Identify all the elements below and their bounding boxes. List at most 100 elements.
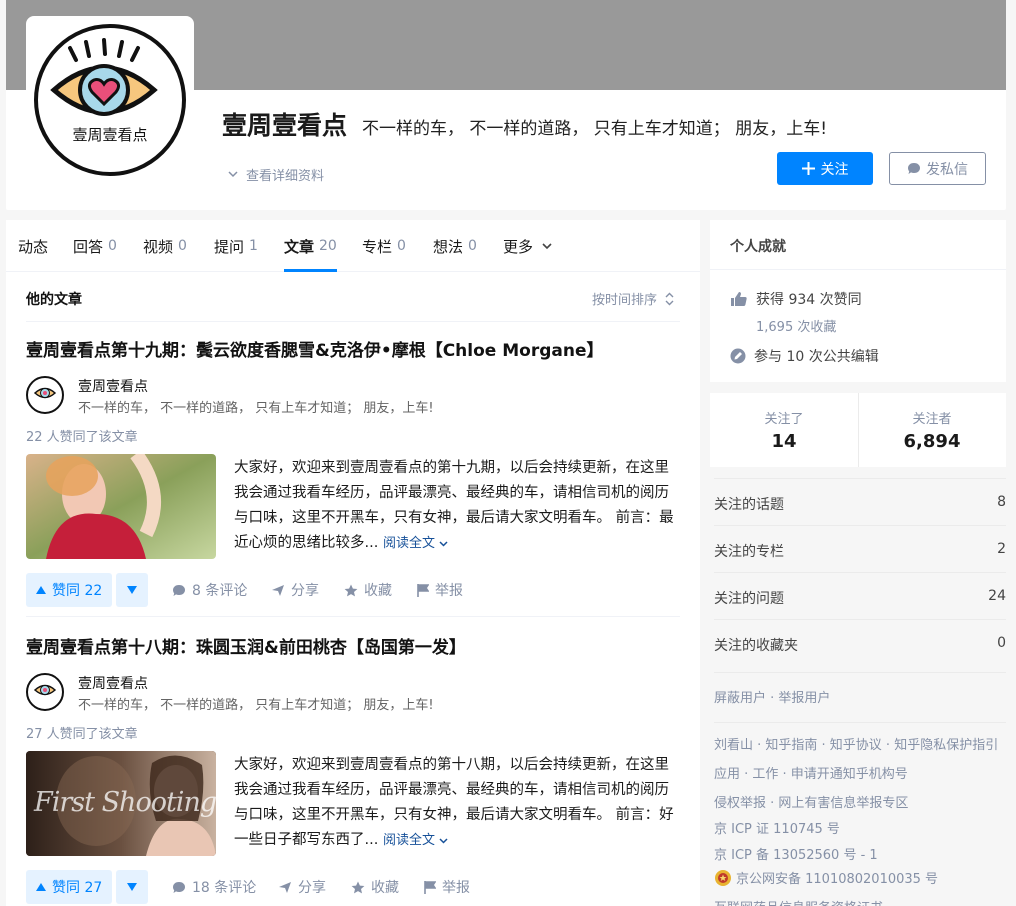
author-avatar[interactable]: [26, 376, 64, 414]
following-value: 14: [771, 431, 797, 452]
share-label: 分享: [291, 583, 319, 599]
follow-button[interactable]: 关注: [777, 152, 873, 185]
article-thumbnail[interactable]: First Shooting: [26, 751, 216, 856]
chevron-down-icon: [542, 242, 552, 249]
flag-icon: [417, 583, 429, 597]
article-title[interactable]: 壹周壹看点第十八期：珠圆玉润&前田桃杏【岛国第一发】: [26, 637, 466, 659]
author-headline: 不一样的车， 不一样的道路， 只有上车才知道； 朋友，上车!: [78, 698, 434, 713]
following-stat[interactable]: 关注了 14: [710, 393, 858, 467]
report-button[interactable]: 举报: [424, 870, 470, 904]
vote-summary: 22 人赞同了该文章: [26, 430, 138, 445]
tab-columns[interactable]: 专栏 0: [362, 220, 406, 272]
follow-stats-card: 关注了 14 关注者 6,894: [710, 393, 1006, 467]
comments-button[interactable]: 8 条评论: [172, 573, 247, 607]
view-details-link[interactable]: 查看详细资料: [228, 165, 324, 184]
police-record-text: 京公网安备 11010802010035 号: [736, 872, 939, 887]
message-label: 发私信: [926, 161, 968, 178]
collect-button[interactable]: 收藏: [344, 573, 392, 607]
divider: [710, 269, 1006, 270]
upvote-button[interactable]: 赞同 22: [26, 573, 113, 607]
author-name[interactable]: 壹周壹看点: [78, 673, 148, 693]
tab-articles[interactable]: 文章 20: [284, 220, 337, 272]
share-label: 分享: [298, 880, 326, 896]
link-count: 2: [997, 541, 1006, 557]
profile-header: 壹周壹看点 壹周壹看点 不一样的车， 不一样的道路， 只有上车才知道； 朋友，上…: [6, 0, 1006, 210]
followed-topics-link[interactable]: 关注的话题 8: [714, 478, 1006, 525]
report-label: 举报: [442, 880, 470, 896]
footer-links[interactable]: 侵权举报 · 网上有害信息举报专区: [714, 792, 908, 811]
collect-button[interactable]: 收藏: [351, 870, 399, 904]
triangle-up-icon: [36, 883, 46, 891]
share-icon: [272, 584, 284, 596]
tab-pins[interactable]: 想法 0: [433, 220, 477, 272]
police-record[interactable]: 京公网安备 11010802010035 号: [714, 868, 938, 887]
article-title[interactable]: 壹周壹看点第十九期：鬓云欲度香腮雪&克洛伊•摩根【Chloe Morgane】: [26, 340, 603, 362]
downvote-button[interactable]: [116, 870, 148, 904]
tab-answers[interactable]: 回答 0: [73, 220, 117, 272]
upvote-label: 赞同 22: [52, 583, 103, 599]
icp-license[interactable]: 京 ICP 证 110745 号: [714, 818, 840, 837]
article-excerpt[interactable]: 大家好，欢迎来到壹周壹看点的第十九期，以后会持续更新，在这里我会通过我看车经历，…: [234, 456, 680, 556]
chat-bubble-icon: [908, 163, 920, 174]
block-report-links[interactable]: 屏蔽用户 · 举报用户: [714, 672, 1006, 706]
thumbs-up-icon: [731, 292, 747, 306]
link-count: 8: [997, 494, 1006, 510]
collects-stat: 1,695 次收藏: [756, 320, 837, 335]
article-author: 壹周壹看点 不一样的车， 不一样的道路， 只有上车才知道； 朋友，上车!: [26, 673, 680, 713]
police-badge-icon: [715, 869, 731, 886]
comments-button[interactable]: 18 条评论: [172, 870, 256, 904]
followed-columns-link[interactable]: 关注的专栏 2: [714, 525, 1006, 572]
main-column: 动态 回答 0 视频 0 提问 1 文章 20 专栏 0 想法 0 更多 他的文章 按时间排…: [6, 220, 700, 906]
article-excerpt[interactable]: 大家好，欢迎来到壹周壹看点的第十八期，以后会持续更新，在这里我会通过我看车经历，…: [234, 753, 680, 853]
drug-info-license[interactable]: 互联网药品信息服务资格证书: [714, 897, 883, 906]
plus-icon: [801, 162, 815, 175]
footer-links[interactable]: 刘看山 · 知乎指南 · 知乎协议 · 知乎隐私保护指引: [714, 734, 998, 753]
downvote-button[interactable]: [116, 573, 148, 607]
user-headline: 不一样的车， 不一样的道路， 只有上车才知道； 朋友，上车!: [362, 119, 828, 139]
read-more-link[interactable]: 阅读全文: [383, 536, 448, 551]
read-more-link[interactable]: 阅读全文: [383, 833, 448, 848]
followed-collections-link[interactable]: 关注的收藏夹 0: [714, 619, 1006, 666]
footer: 刘看山 · 知乎指南 · 知乎协议 · 知乎隐私保护指引 应用 · 工作 · 申…: [714, 722, 1006, 906]
share-button[interactable]: 分享: [278, 870, 326, 904]
article-thumbnail[interactable]: [26, 454, 216, 559]
icp-record[interactable]: 京 ICP 备 13052560 号 - 1: [714, 844, 878, 863]
achievements-card: 个人成就 获得 934 次赞同 1,695 次收藏 参与 10 次公共编辑: [710, 220, 1006, 382]
followed-questions-link[interactable]: 关注的问题 24: [714, 572, 1006, 619]
eye-heart-icon: [34, 684, 56, 696]
footer-links[interactable]: 应用 · 工作 · 申请开通知乎机构号: [714, 763, 908, 782]
divider: [26, 616, 680, 617]
author-name[interactable]: 壹周壹看点: [78, 376, 148, 396]
edits-stat: 参与 10 次公共编辑: [730, 346, 879, 366]
likes-text: 获得 934 次赞同: [756, 292, 862, 308]
report-label: 举报: [435, 583, 463, 599]
author-headline: 不一样的车， 不一样的道路， 只有上车才知道； 朋友，上车!: [78, 401, 434, 416]
tab-questions[interactable]: 提问 1: [214, 220, 258, 272]
avatar[interactable]: 壹周壹看点: [26, 16, 194, 184]
comments-label: 18 条评论: [192, 880, 257, 896]
author-avatar[interactable]: [26, 673, 64, 711]
tab-more[interactable]: 更多: [503, 220, 552, 272]
tab-videos[interactable]: 视频 0: [143, 220, 187, 272]
link-count: 0: [997, 635, 1006, 651]
share-button[interactable]: 分享: [271, 573, 319, 607]
report-button[interactable]: 举报: [417, 573, 463, 607]
profile-tabs: 动态 回答 0 视频 0 提问 1 文章 20 专栏 0 想法 0 更多: [6, 220, 700, 272]
link-label: 关注的问题: [714, 591, 784, 607]
triangle-down-icon: [127, 586, 137, 594]
sort-toggle[interactable]: 按时间排序: [592, 289, 674, 308]
avatar-logo: 壹周壹看点: [34, 24, 186, 176]
comment-icon: [173, 881, 185, 893]
following-label: 关注了: [764, 412, 804, 427]
edit-icon: [730, 348, 746, 364]
tab-activities[interactable]: 动态: [18, 220, 48, 272]
upvote-button[interactable]: 赞同 27: [26, 870, 113, 904]
chevron-down-icon: [228, 171, 238, 178]
chevron-down-icon: [439, 838, 448, 844]
list-header: 他的文章 按时间排序: [26, 272, 680, 322]
comment-icon: [173, 584, 185, 596]
followers-stat[interactable]: 关注者 6,894: [858, 393, 1006, 467]
message-button[interactable]: 发私信: [889, 152, 986, 185]
article-author: 壹周壹看点 不一样的车， 不一样的道路， 只有上车才知道； 朋友，上车!: [26, 376, 680, 416]
edits-text: 参与 10 次公共编辑: [754, 349, 879, 365]
